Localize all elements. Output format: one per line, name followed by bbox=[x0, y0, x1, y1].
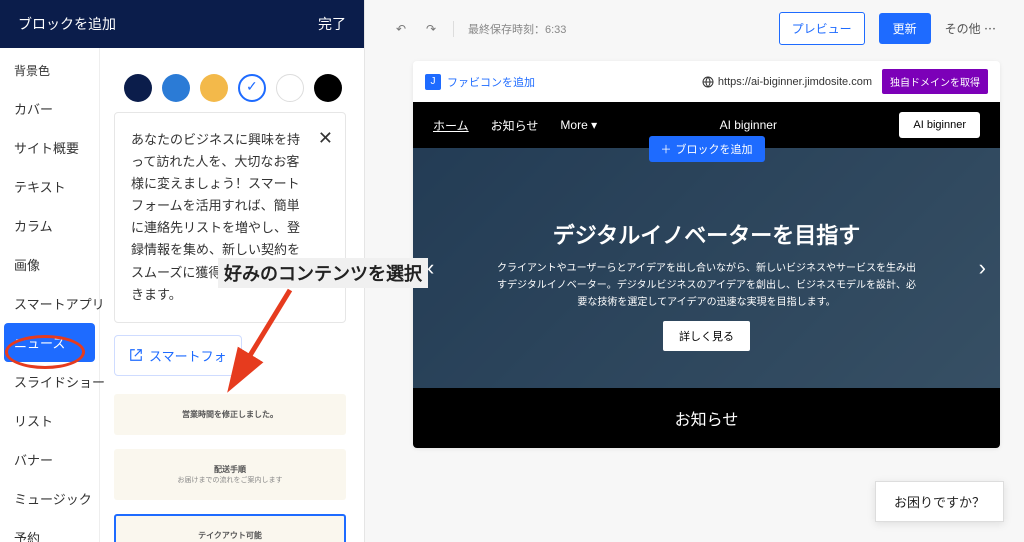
category-item[interactable]: スライドショー bbox=[0, 362, 99, 401]
category-item[interactable]: バナー bbox=[0, 440, 99, 479]
bg-color-label: 背景色 bbox=[0, 62, 99, 89]
smartform-label: スマートフォ bbox=[149, 346, 227, 365]
category-item[interactable]: サイト概要 bbox=[0, 128, 99, 167]
more-menu[interactable]: その他 ⋯ bbox=[945, 20, 996, 37]
nav-more[interactable]: More ▾ bbox=[560, 118, 597, 132]
site-url[interactable]: https://ai-biginner.jimdosite.com bbox=[702, 76, 872, 88]
globe-icon bbox=[702, 76, 714, 88]
top-toolbar: ↶ ↷ 最終保存時刻：6:33 プレビュー 更新 その他 ⋯ bbox=[365, 0, 1024, 57]
nav-home[interactable]: ホーム bbox=[433, 117, 469, 134]
nav-cta-button[interactable]: AI biginner bbox=[899, 112, 980, 138]
favicon-icon: J bbox=[425, 74, 441, 90]
category-item[interactable]: 予約 bbox=[0, 518, 99, 542]
annotation-label: 好みのコンテンツを選択 bbox=[218, 258, 428, 288]
update-button[interactable]: 更新 bbox=[879, 13, 931, 44]
panel-header: ブロックを追加 完了 bbox=[0, 0, 364, 48]
category-item[interactable]: スマートアプリ bbox=[0, 284, 99, 323]
color-swatch[interactable] bbox=[124, 74, 152, 102]
category-item[interactable]: カラム bbox=[0, 206, 99, 245]
template-card[interactable]: 配送手順お届けまでの流れをご案内します bbox=[114, 449, 346, 500]
hero-detail-button[interactable]: 詳しく見る bbox=[663, 321, 750, 351]
category-item[interactable]: 画像 bbox=[0, 245, 99, 284]
plus-icon: ＋ bbox=[661, 141, 672, 157]
hero-section: ‹ › デジタルイノベーターを目指す クライアントやユーザーらとアイデアを出し合… bbox=[413, 148, 1000, 388]
color-swatch[interactable] bbox=[200, 74, 228, 102]
color-swatch[interactable] bbox=[276, 74, 304, 102]
category-item[interactable]: テキスト bbox=[0, 167, 99, 206]
help-button[interactable]: お困りですか？ bbox=[875, 481, 1004, 522]
category-item[interactable]: ニュース bbox=[4, 323, 95, 362]
add-block-button[interactable]: ＋ ブロックを追加 bbox=[649, 136, 765, 162]
category-item[interactable]: リスト bbox=[0, 401, 99, 440]
color-swatch[interactable] bbox=[314, 74, 342, 102]
category-item[interactable]: カバー bbox=[0, 89, 99, 128]
site-footer: お知らせ bbox=[413, 388, 1000, 448]
external-link-icon bbox=[129, 348, 143, 362]
color-swatches bbox=[114, 60, 346, 112]
redo-icon[interactable]: ↷ bbox=[423, 21, 439, 37]
carousel-next-icon[interactable]: › bbox=[979, 255, 986, 281]
favicon-button[interactable]: J ファビコンを追加 bbox=[425, 74, 535, 90]
nav-news[interactable]: お知らせ bbox=[491, 117, 539, 134]
nav-brand: AI biginner bbox=[720, 118, 777, 132]
annotation-arrow bbox=[220, 280, 310, 400]
hero-title: デジタルイノベーターを目指す bbox=[553, 218, 861, 250]
site-preview: J ファビコンを追加 https://ai-biginner.jimdosite… bbox=[413, 61, 1000, 448]
color-swatch[interactable] bbox=[162, 74, 190, 102]
panel-title: ブロックを追加 bbox=[18, 14, 116, 34]
last-saved-label: 最終保存時刻：6:33 bbox=[468, 21, 566, 37]
category-item[interactable]: ミュージック bbox=[0, 479, 99, 518]
address-bar: J ファビコンを追加 https://ai-biginner.jimdosite… bbox=[413, 61, 1000, 102]
carousel-prev-icon[interactable]: ‹ bbox=[427, 255, 434, 281]
hero-body: クライアントやユーザーらとアイデアを出し合いながら、新しいビジネスやサービスを生… bbox=[497, 260, 917, 311]
color-swatch[interactable] bbox=[238, 74, 266, 102]
undo-icon[interactable]: ↶ bbox=[393, 21, 409, 37]
done-button[interactable]: 完了 bbox=[318, 14, 346, 34]
close-icon[interactable]: ✕ bbox=[318, 123, 333, 154]
template-card[interactable]: テイクアウト可能テイクアウトできる商品をご紹介します詳しく見る bbox=[114, 514, 346, 542]
preview-button[interactable]: プレビュー bbox=[779, 12, 865, 45]
domain-button[interactable]: 独自ドメインを取得 bbox=[882, 69, 988, 94]
